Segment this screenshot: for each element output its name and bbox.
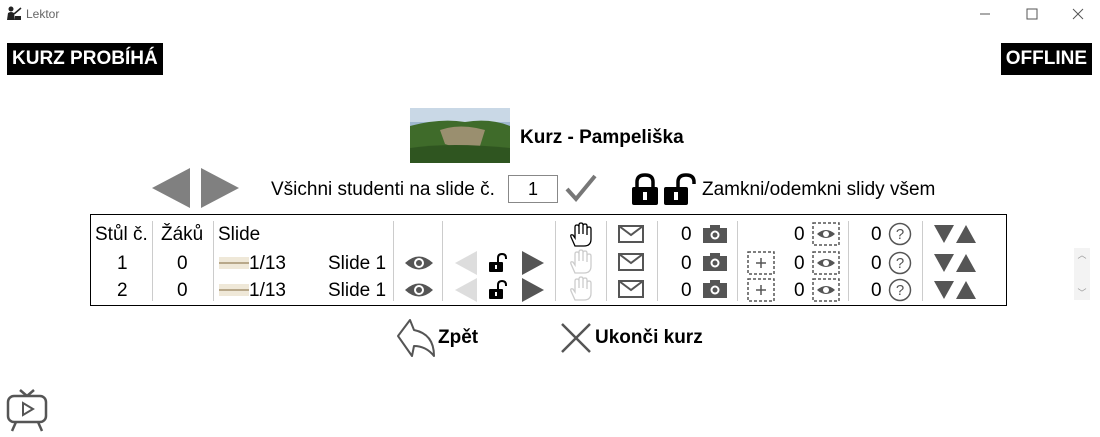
row-table-no: 1 [117, 253, 128, 274]
window-title: Lektor [26, 7, 60, 21]
row-view-count: 0 [794, 253, 805, 274]
lock-toggle-label: Zamkni/odemkni slidy všem [702, 179, 936, 200]
title-bar: Lektor [0, 0, 1100, 28]
svg-text:?: ? [896, 226, 904, 243]
offline-badge: OFFLINE [1000, 43, 1092, 75]
move-row-arrows-icon[interactable] [933, 280, 977, 300]
minimize-icon [980, 13, 990, 15]
sort-arrows-icon[interactable] [933, 224, 977, 244]
students-table: Stůl č. Žáků Slide 0 0 0 ? 1 0 1/13 Slid… [90, 214, 1090, 306]
maximize-icon [1026, 8, 1038, 20]
view-screen-icon[interactable] [812, 278, 840, 302]
row-photo-count: 0 [681, 253, 692, 274]
eye-icon[interactable] [404, 253, 434, 273]
row-slide-position: 1/13 [249, 280, 286, 301]
table-scrollbar[interactable]: ︿ ﹀ [1074, 248, 1090, 300]
scroll-up-icon[interactable]: ︿ [1074, 248, 1090, 262]
row-slide-position: 1/13 [249, 253, 286, 274]
scroll-down-icon[interactable]: ﹀ [1074, 286, 1090, 300]
end-course-label: Ukonči kurz [595, 327, 703, 348]
slide-thumbnail [219, 284, 249, 296]
end-course-button[interactable]: Ukonči kurz [559, 316, 703, 360]
maximize-button[interactable] [1009, 0, 1055, 28]
minimize-button[interactable] [962, 0, 1008, 28]
course-title: Kurz - Pampeliška [520, 127, 684, 148]
raised-hand-icon [570, 222, 592, 247]
slide-number-input[interactable] [508, 175, 558, 203]
row-question-count: 0 [871, 253, 882, 274]
question-icon[interactable]: ? [888, 278, 912, 302]
row-table-no: 2 [117, 280, 128, 301]
course-running-badge: KURZ PROBÍHÁ [7, 43, 163, 75]
camera-icon[interactable] [702, 279, 728, 299]
back-button[interactable]: Zpět [396, 316, 478, 360]
svg-text:?: ? [896, 255, 904, 272]
row-slide-name: Slide 1 [328, 253, 387, 274]
unlock-icon[interactable] [488, 280, 508, 300]
close-x-icon [561, 323, 591, 353]
row-students: 0 [177, 280, 188, 301]
header-slide: Slide [218, 224, 261, 245]
all-students-slide-label: Všichni studenti na slide č. [271, 179, 495, 200]
lock-all-icon[interactable] [629, 173, 661, 205]
mail-icon[interactable] [618, 225, 644, 243]
close-button[interactable] [1055, 0, 1100, 28]
svg-text:?: ? [896, 282, 904, 299]
previous-slide-all-button[interactable] [150, 166, 194, 210]
row-slide-name: Slide 1 [328, 280, 387, 301]
question-icon[interactable]: ? [888, 222, 912, 246]
back-arrow-icon [397, 319, 435, 357]
eye-icon[interactable] [404, 280, 434, 300]
course-thumbnail [410, 108, 510, 163]
camera-icon[interactable] [702, 224, 728, 244]
teacher-icon [7, 6, 22, 20]
move-row-arrows-icon[interactable] [933, 253, 977, 273]
back-label: Zpět [438, 327, 479, 348]
question-icon[interactable]: ? [888, 251, 912, 275]
row-question-count: 0 [871, 280, 882, 301]
row-photo-count: 0 [681, 280, 692, 301]
header-view-count: 0 [794, 224, 805, 245]
add-screen-icon[interactable] [747, 251, 775, 275]
next-slide-all-button[interactable] [197, 166, 241, 210]
close-icon [1072, 8, 1084, 20]
header-table-no: Stůl č. [95, 224, 148, 245]
prev-slide-icon [455, 251, 477, 275]
presentation-icon[interactable] [6, 388, 48, 432]
header-question-count: 0 [871, 224, 882, 245]
mail-icon[interactable] [618, 253, 644, 271]
row-view-count: 0 [794, 280, 805, 301]
next-slide-icon[interactable] [520, 277, 546, 303]
camera-icon[interactable] [702, 252, 728, 272]
header-students: Žáků [161, 224, 204, 245]
raised-hand-icon [570, 276, 592, 301]
add-screen-icon[interactable] [747, 278, 775, 302]
unlock-all-icon[interactable] [662, 173, 698, 205]
mail-icon[interactable] [618, 280, 644, 298]
view-screen-icon[interactable] [812, 222, 840, 246]
confirm-check-icon[interactable] [564, 172, 598, 204]
slide-thumbnail [219, 257, 249, 269]
next-slide-icon[interactable] [520, 250, 546, 276]
prev-slide-icon [455, 278, 477, 302]
unlock-icon[interactable] [488, 253, 508, 273]
view-screen-icon[interactable] [812, 251, 840, 275]
row-students: 0 [177, 253, 188, 274]
raised-hand-icon [570, 249, 592, 274]
header-photo-count: 0 [681, 224, 692, 245]
